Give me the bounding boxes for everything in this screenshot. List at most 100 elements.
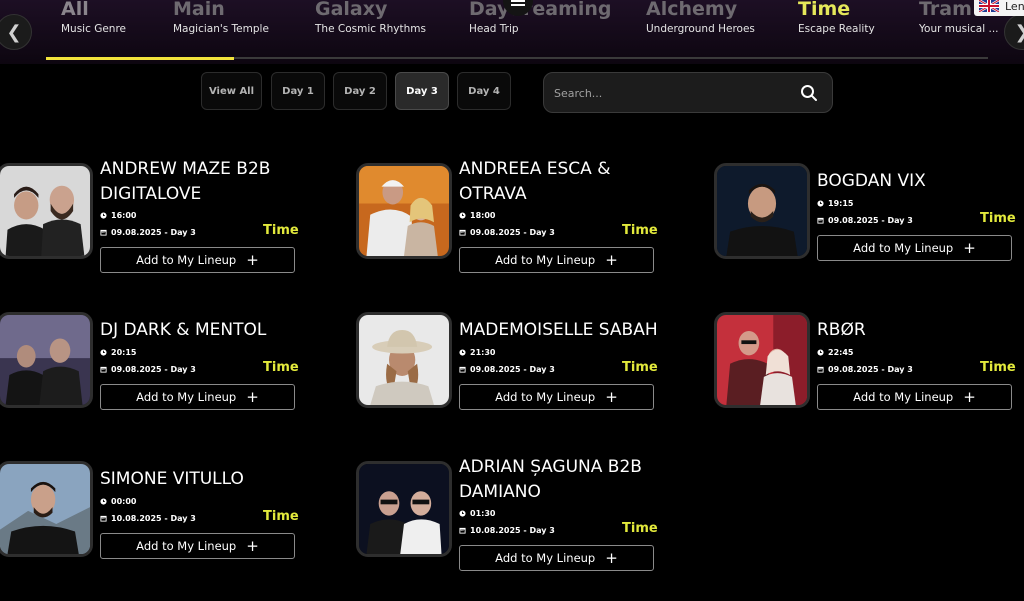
stage-subtitle: Magician's Temple [173,23,269,35]
artist-time: 19:15 [817,199,853,208]
artist-date: 10.08.2025 - Day 3 [459,526,555,535]
clock-icon [100,498,107,505]
button-label: Add to My Lineup [853,241,954,255]
stage-name: Alchemy [646,0,738,20]
add-to-lineup-button[interactable]: Add to My Lineup + [459,545,654,571]
plus-icon: + [246,387,259,406]
stage-name: All [61,0,89,20]
plus-icon: + [963,238,976,257]
clock-icon [459,510,466,517]
artist-date: 09.08.2025 - Day 3 [100,228,196,237]
artist-card: BOGDAN VIX 19:15 09.08.2025 - Day 3 Time… [714,163,1024,279]
language-label: Len [1005,0,1024,13]
clock-icon [817,200,824,207]
filter-day-4-button[interactable]: Day 4 [457,72,511,110]
button-label: Add to My Lineup [136,539,237,553]
add-to-lineup-button[interactable]: Add to My Lineup + [100,384,295,410]
clock-icon [459,349,466,356]
clock-icon [100,212,107,219]
artist-time: 20:15 [100,348,136,357]
button-label: Add to My Lineup [495,390,596,404]
artist-photo [356,312,452,408]
filter-day-3-button[interactable]: Day 3 [395,72,449,110]
clock-icon [100,349,107,356]
artist-photo [0,163,93,259]
date-value: 09.08.2025 - Day 3 [470,365,555,374]
artist-time: 01:30 [459,509,495,518]
artist-photo [356,461,452,557]
plus-icon: + [605,548,618,567]
artist-card: DJ DARK & MENTOL 20:15 09.08.2025 - Day … [0,312,317,428]
filter-view-all-button[interactable]: View All [201,72,262,110]
tab-main[interactable]: Main Magician's Temple [173,0,269,56]
clock-icon [459,212,466,219]
stage-label: Time [980,360,1016,375]
tab-daydreaming[interactable]: Daydreaming Head Trip [469,0,612,56]
time-value: 16:00 [111,211,137,220]
artist-time: 18:00 [459,211,495,220]
tab-galaxy[interactable]: Galaxy The Cosmic Rhythms [315,0,426,56]
artist-card: RBØR 22:45 09.08.2025 - Day 3 Time Add t… [714,312,1024,428]
stage-label: Time [980,211,1016,226]
clock-icon [817,349,824,356]
lineup-page: All Music Genre Main Magician's Temple G… [0,0,1024,601]
artist-date: 09.08.2025 - Day 3 [459,365,555,374]
stage-subtitle: The Cosmic Rhythms [315,23,426,35]
date-value: 10.08.2025 - Day 3 [111,514,196,523]
search-icon[interactable] [800,84,818,102]
add-to-lineup-button[interactable]: Add to My Lineup + [459,384,654,410]
uk-flag-icon [979,0,999,12]
artist-date: 09.08.2025 - Day 3 [100,365,196,374]
add-to-lineup-button[interactable]: Add to My Lineup + [100,247,295,273]
artist-name: ANDREW MAZE B2B DIGITALOVE [100,159,271,204]
plus-icon: + [246,536,259,555]
stage-subtitle: Escape Reality [798,23,875,35]
time-value: 18:00 [470,211,496,220]
search-input[interactable] [554,83,784,103]
stage-subtitle: Your musical ... [919,23,999,35]
plus-icon: + [246,250,259,269]
calendar-icon [817,217,824,224]
stage-subtitle: Music Genre [61,23,127,35]
time-value: 00:00 [111,497,137,506]
stage-label: Time [263,223,299,238]
artist-card: ANDREW MAZE B2B DIGITALOVE 16:00 09.08.2… [0,159,317,279]
plus-icon: + [605,387,618,406]
date-value: 09.08.2025 - Day 3 [828,216,913,225]
add-to-lineup-button[interactable]: Add to My Lineup + [817,384,1012,410]
add-to-lineup-button[interactable]: Add to My Lineup + [459,247,654,273]
language-selector[interactable]: Len [974,0,1024,16]
hamburger-menu-icon [511,0,525,6]
artist-date: 09.08.2025 - Day 3 [817,216,913,225]
plus-icon: + [963,387,976,406]
artist-card: SIMONE VITULLO 00:00 10.08.2025 - Day 3 … [0,461,317,577]
plus-icon: + [605,250,618,269]
add-to-lineup-button[interactable]: Add to My Lineup + [817,235,1012,261]
time-value: 01:30 [470,509,496,518]
artist-date: 09.08.2025 - Day 3 [817,365,913,374]
tab-alchemy[interactable]: Alchemy Underground Heroes [646,0,755,56]
button-label: Add to My Lineup [495,551,596,565]
artist-time: 16:00 [100,211,136,220]
button-label: Add to My Lineup [136,390,237,404]
stage-label: Time [622,223,658,238]
add-to-lineup-button[interactable]: Add to My Lineup + [100,533,295,559]
artist-card: ADRIAN ȘAGUNA B2B DAMIANO 01:30 10.08.20… [356,457,676,577]
stage-label: Time [263,360,299,375]
artist-time: 21:30 [459,348,495,357]
artist-name: BOGDAN VIX [817,171,926,191]
time-value: 21:30 [470,348,496,357]
time-value: 22:45 [828,348,854,357]
stage-navigation-bar: All Music Genre Main Magician's Temple G… [0,0,1024,64]
chevron-left-icon: ❮ [6,21,22,43]
date-value: 09.08.2025 - Day 3 [111,365,196,374]
artist-name: SIMONE VITULLO [100,469,244,489]
chevron-right-icon: ❯ [1014,22,1024,43]
tab-all[interactable]: All Music Genre [61,0,126,56]
filter-day-2-button[interactable]: Day 2 [333,72,387,110]
date-value: 09.08.2025 - Day 3 [111,228,196,237]
filter-day-1-button[interactable]: Day 1 [271,72,325,110]
artist-name: RBØR [817,320,866,340]
artist-photo [0,461,93,557]
tab-time[interactable]: Time Escape Reality [798,0,875,56]
